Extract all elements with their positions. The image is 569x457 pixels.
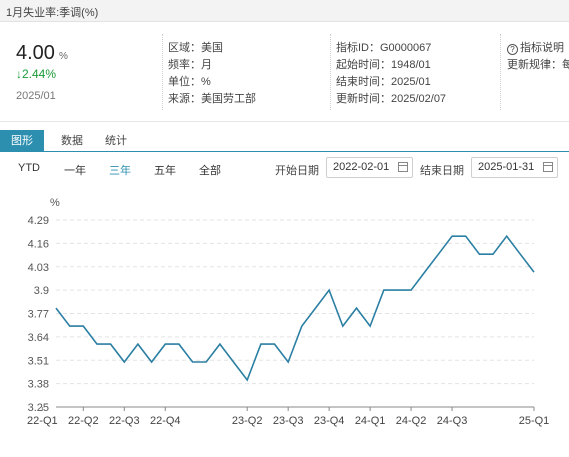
y-tick-label: 3.77 [28, 309, 49, 321]
x-tick-label: 23-Q2 [232, 415, 263, 427]
x-tick-label: 22-Q1 [27, 415, 58, 427]
y-tick-label: 3.38 [28, 379, 49, 391]
x-tick-label: 24-Q1 [355, 415, 386, 427]
x-tick-label: 22-Q4 [150, 415, 181, 427]
x-tick-label: 22-Q3 [109, 415, 140, 427]
y-tick-label: 3.51 [28, 355, 49, 367]
series-line [55, 234, 535, 382]
y-axis-unit: % [50, 197, 60, 209]
x-tick-label: 22-Q2 [68, 415, 99, 427]
y-tick-label: 3.64 [28, 332, 49, 344]
x-tick-label: 25-Q1 [519, 415, 550, 427]
y-tick-label: 4.29 [28, 215, 49, 227]
x-tick-label: 24-Q3 [437, 415, 468, 427]
y-tick-label: 3.25 [28, 402, 49, 414]
y-tick-label: 4.16 [28, 238, 49, 250]
y-tick-label: 3.9 [34, 285, 49, 297]
x-tick-label: 24-Q2 [396, 415, 427, 427]
y-tick-label: 4.03 [28, 262, 49, 274]
unemployment-line-chart: % 3.25 3.38 3.51 3.64 3.77 3.9 4.03 4.16 4.29 22-… [27, 197, 550, 427]
x-tick-label: 23-Q4 [314, 415, 345, 427]
x-tick-label: 23-Q3 [273, 415, 304, 427]
